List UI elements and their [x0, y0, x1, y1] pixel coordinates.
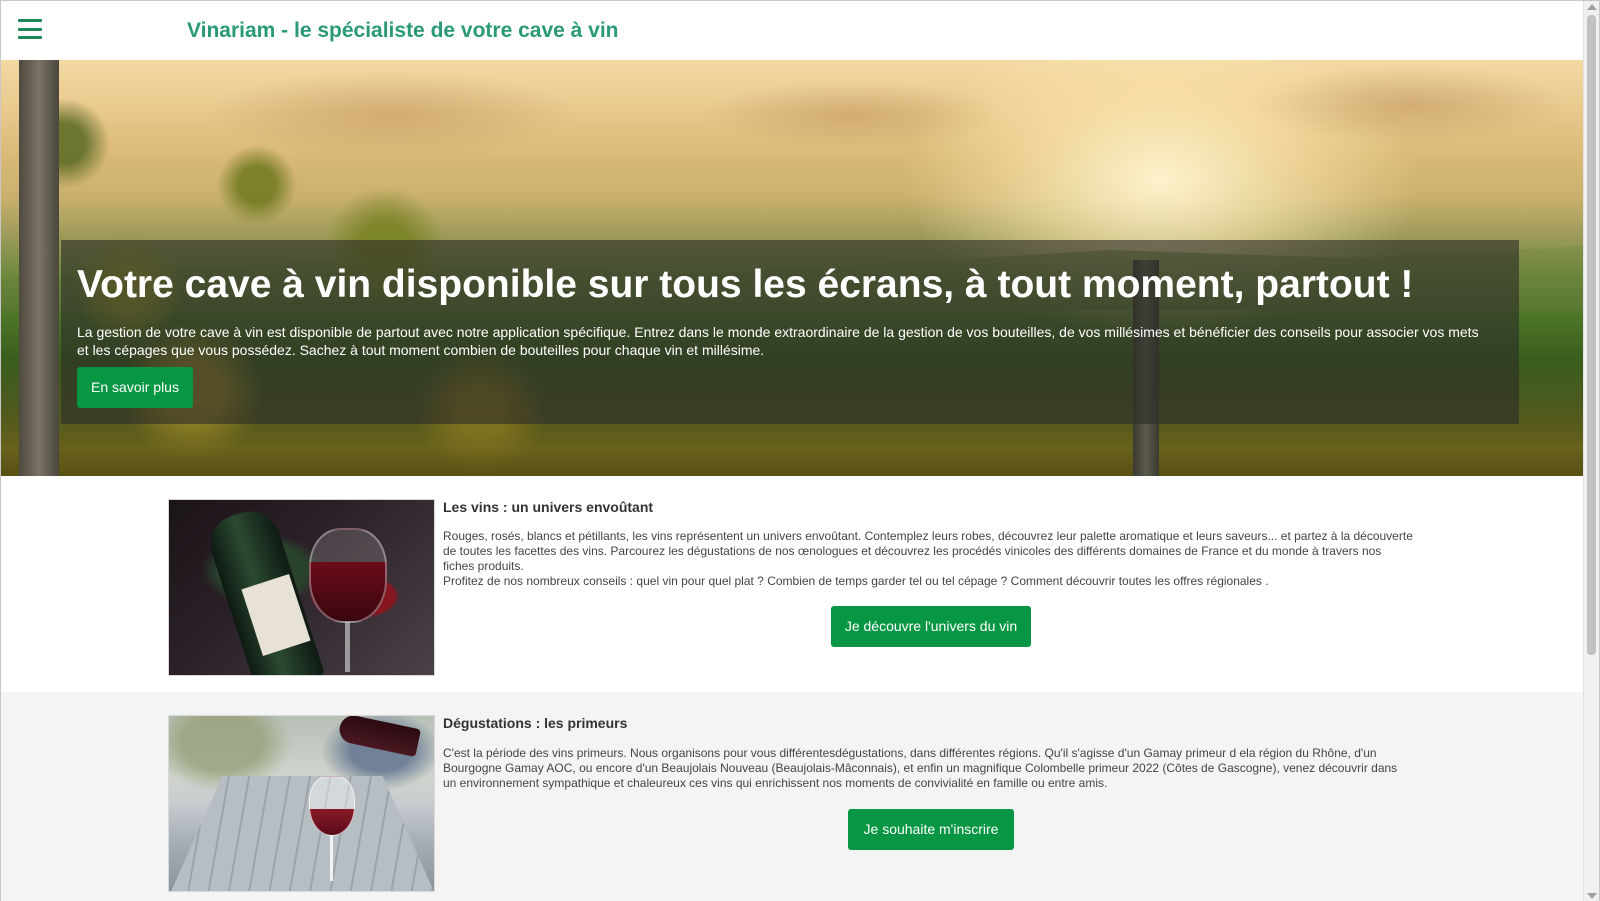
vertical-scrollbar[interactable]: [1583, 1, 1599, 901]
scroll-up-arrow-icon[interactable]: [1587, 4, 1597, 10]
top-navbar: Vinariam - le spécialiste de votre cave …: [1, 1, 1583, 60]
section-paragraph: C'est la période des vins primeurs. Nous…: [443, 746, 1398, 790]
wines-section: Les vins : un univers envoûtant Rouges, …: [1, 476, 1585, 692]
section-paragraph: Rouges, rosés, blancs et pétillants, les…: [443, 529, 1413, 573]
section-title: Dégustations : les primeurs: [443, 715, 628, 731]
section-description: Rouges, rosés, blancs et pétillants, les…: [443, 529, 1413, 589]
register-button[interactable]: Je souhaite m'inscrire: [848, 809, 1014, 850]
hero-cloud: [701, 80, 1001, 150]
learn-more-button[interactable]: En savoir plus: [77, 367, 193, 408]
wine-tasting-image: [168, 715, 435, 892]
hero-heading: Votre cave à vin disponible sur tous les…: [77, 263, 1414, 306]
scrollbar-thumb[interactable]: [1587, 15, 1596, 655]
discover-wine-button[interactable]: Je découvre l'univers du vin: [831, 606, 1031, 647]
hero-description: La gestion de votre cave à vin est dispo…: [77, 324, 1479, 358]
scroll-down-arrow-icon[interactable]: [1587, 893, 1597, 899]
hero-fence-post: [19, 60, 59, 476]
section-title: Les vins : un univers envoûtant: [443, 499, 654, 515]
tastings-section: Dégustations : les primeurs C'est la pér…: [1, 692, 1585, 901]
section-paragraph: Profitez de nos nombreux conseils : quel…: [443, 574, 1269, 588]
wine-bottle-glass-image: [168, 499, 435, 676]
hero-cloud: [1251, 65, 1571, 145]
hero-banner: Votre cave à vin disponible sur tous les…: [1, 60, 1585, 476]
hamburger-menu-icon[interactable]: [18, 19, 42, 39]
site-title[interactable]: Vinariam - le spécialiste de votre cave …: [187, 19, 619, 43]
section-description: C'est la période des vins primeurs. Nous…: [443, 746, 1413, 791]
